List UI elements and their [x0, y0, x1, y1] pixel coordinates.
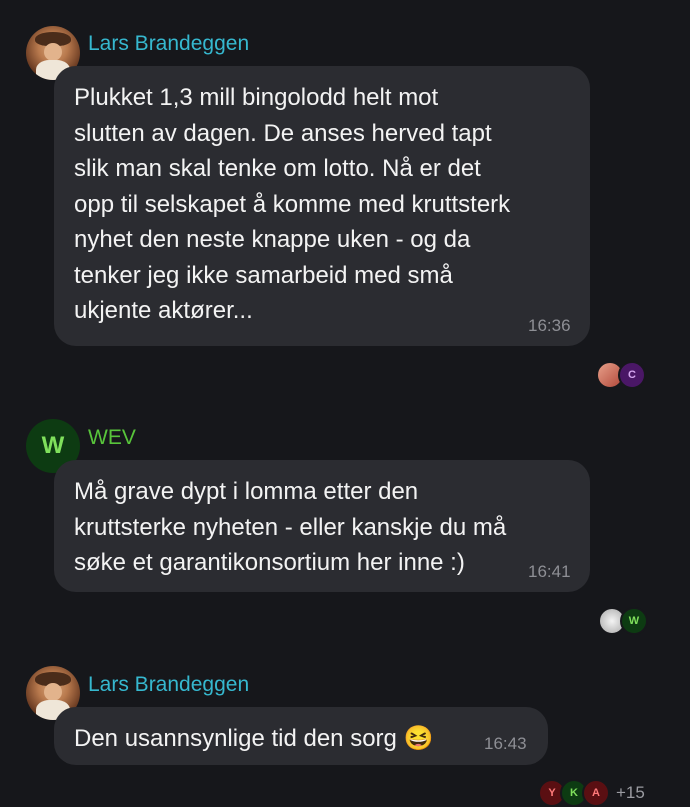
message-time: 16:43 [484, 734, 527, 753]
reader-avatar-c: C [618, 361, 646, 389]
message-time: 16:36 [528, 316, 571, 335]
sender-name[interactable]: Lars Brandeggen [88, 32, 249, 56]
message-bubble[interactable]: Må grave dypt i lomma etter den kruttste… [54, 460, 590, 592]
message-bubble[interactable]: Den usannsynlige tid den sorg 😆 [54, 707, 548, 765]
reader-avatar-a: A [582, 779, 610, 807]
message-bubble[interactable]: Plukket 1,3 mill bingolodd helt mot slut… [54, 66, 590, 346]
reader-avatar-w: W [620, 607, 648, 635]
read-receipts[interactable]: Y K A +15 [538, 779, 645, 807]
read-receipts[interactable]: W [598, 607, 648, 635]
message-text: Den usannsynlige tid den sorg 😆 [74, 725, 434, 752]
message-time: 16:41 [528, 562, 571, 581]
more-readers-count[interactable]: +15 [616, 783, 645, 803]
sender-name[interactable]: Lars Brandeggen [88, 673, 249, 697]
read-receipts[interactable]: C [596, 361, 646, 389]
sender-name[interactable]: WEV [88, 426, 136, 450]
message-text: Må grave dypt i lomma etter den kruttste… [74, 478, 507, 576]
message-text: Plukket 1,3 mill bingolodd helt mot slut… [74, 84, 511, 324]
